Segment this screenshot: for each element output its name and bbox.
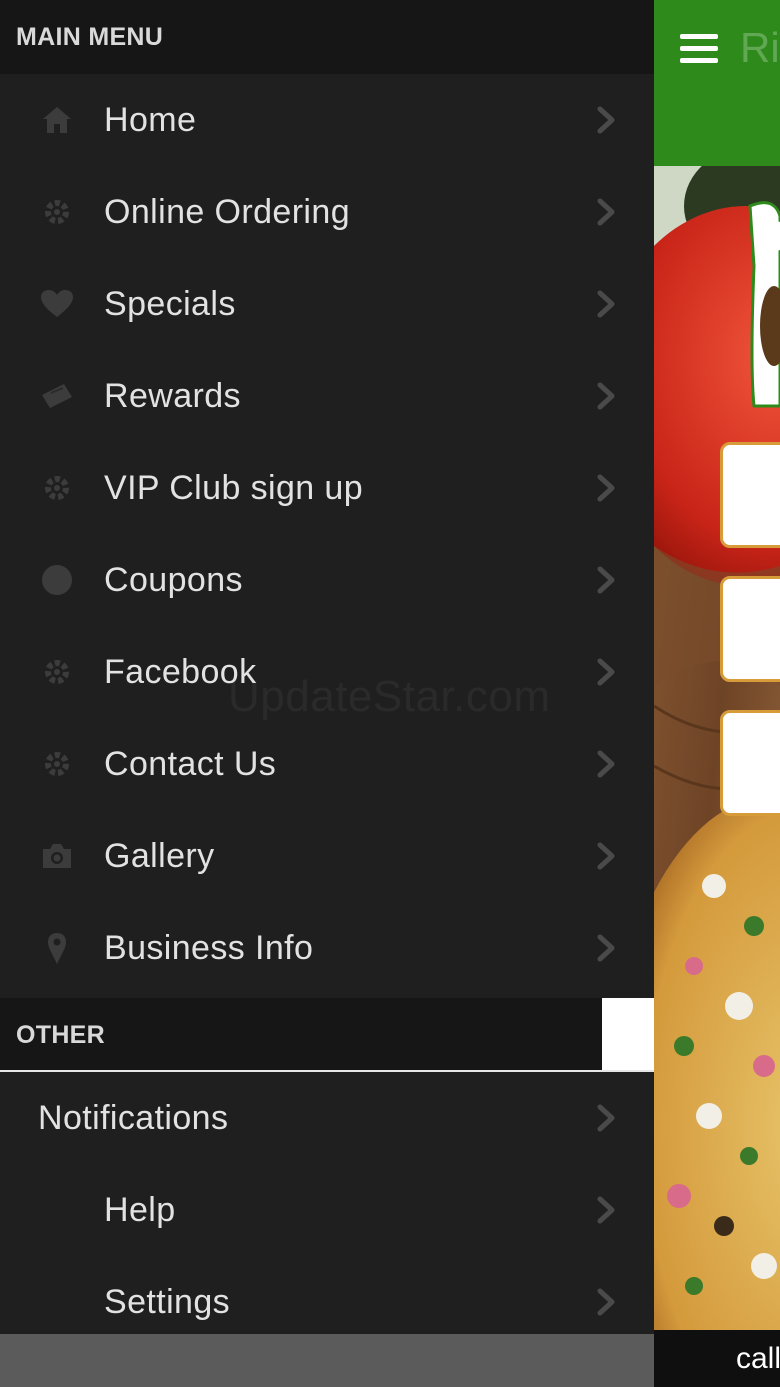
cog-icon xyxy=(38,654,76,690)
app-menu-tile[interactable] xyxy=(720,442,780,548)
menu-item-rewards[interactable]: Rewards xyxy=(0,350,654,442)
main-app-view[interactable]: Ri call xyxy=(654,0,780,1387)
ticket-icon xyxy=(38,378,76,414)
app-footer-bar[interactable]: call xyxy=(654,1330,780,1387)
menu-item-label: Business Info xyxy=(104,929,314,967)
menu-item-coupons[interactable]: Coupons xyxy=(0,534,654,626)
chevron-right-icon xyxy=(597,474,615,502)
menu-item-label: Contact Us xyxy=(104,745,277,783)
menu-item-label: VIP Club sign up xyxy=(104,469,364,507)
app-menu-tile[interactable] xyxy=(720,710,780,816)
chevron-right-icon xyxy=(597,106,615,134)
menu-item-label: Home xyxy=(104,101,197,139)
menu-item-label: Notifications xyxy=(38,1099,229,1137)
other-header-label: OTHER xyxy=(16,1021,105,1049)
menu-item-label: Online Ordering xyxy=(104,193,351,231)
chevron-right-icon xyxy=(597,382,615,410)
chevron-right-icon xyxy=(597,290,615,318)
cog-icon xyxy=(38,194,76,230)
menu-item-help[interactable]: Help xyxy=(0,1164,654,1256)
chevron-right-icon xyxy=(597,1104,615,1132)
chevron-right-icon xyxy=(597,842,615,870)
menu-item-home[interactable]: Home xyxy=(0,74,654,166)
menu-item-vip-club-sign-up[interactable]: VIP Club sign up xyxy=(0,442,654,534)
menu-item-gallery[interactable]: Gallery xyxy=(0,810,654,902)
menu-item-contact-us[interactable]: Contact Us xyxy=(0,718,654,810)
chevron-right-icon xyxy=(597,566,615,594)
navigation-drawer: MAIN MENU Home Online Ordering Specials … xyxy=(0,0,654,1387)
app-header: Ri xyxy=(654,0,780,166)
menu-item-label: Rewards xyxy=(104,377,241,415)
camera-icon xyxy=(38,838,76,874)
circle-icon xyxy=(38,562,76,598)
menu-item-label: Help xyxy=(104,1191,176,1229)
hamburger-menu-icon[interactable] xyxy=(680,34,718,64)
other-header: OTHER xyxy=(0,998,602,1072)
cog-icon xyxy=(38,470,76,506)
menu-item-notifications[interactable]: Notifications xyxy=(0,1072,654,1164)
menu-item-label: Gallery xyxy=(104,837,215,875)
drawer-bottom-bar xyxy=(0,1334,654,1387)
menu-item-label: Specials xyxy=(104,285,236,323)
watermark: UpdateStar.com xyxy=(228,672,551,721)
main-menu-header-label: MAIN MENU xyxy=(16,23,164,51)
chevron-right-icon xyxy=(597,198,615,226)
menu-item-label: Coupons xyxy=(104,561,243,599)
chevron-right-icon xyxy=(597,1196,615,1224)
menu-item-specials[interactable]: Specials xyxy=(0,258,654,350)
chevron-right-icon xyxy=(597,658,615,686)
home-icon xyxy=(38,102,76,138)
menu-item-business-info[interactable]: Business Info xyxy=(0,902,654,994)
menu-item-online-ordering[interactable]: Online Ordering xyxy=(0,166,654,258)
app-menu-tile[interactable] xyxy=(720,576,780,682)
chevron-right-icon xyxy=(597,750,615,778)
app-title: Ri xyxy=(740,24,780,71)
chevron-right-icon xyxy=(597,934,615,962)
chevron-right-icon xyxy=(597,1288,615,1316)
header-edge-block xyxy=(602,998,654,1070)
main-menu-header: MAIN MENU xyxy=(0,0,654,74)
call-label: call xyxy=(736,1342,780,1375)
map-pin-icon xyxy=(38,930,76,966)
cog-icon xyxy=(38,746,76,782)
heart-icon xyxy=(38,286,76,322)
